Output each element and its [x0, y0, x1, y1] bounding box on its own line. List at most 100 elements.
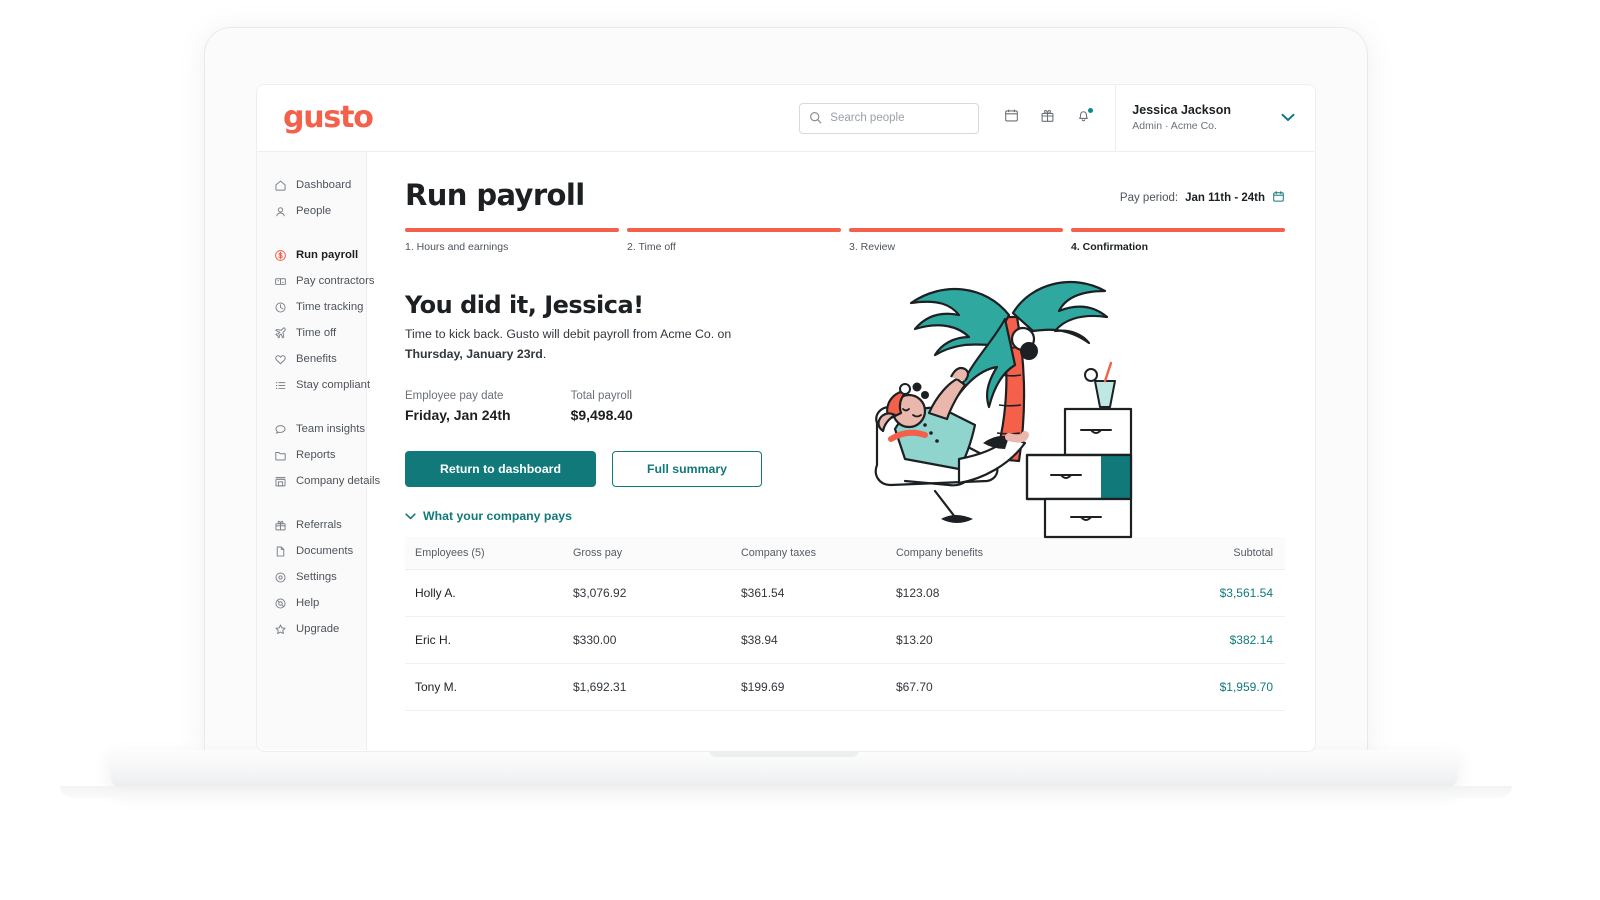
sidebar-item-settings[interactable]: Settings	[257, 564, 366, 590]
user-name: Jessica Jackson	[1132, 103, 1231, 118]
search-input[interactable]	[830, 112, 971, 124]
sidebar-item-company-details[interactable]: Company details	[257, 468, 380, 494]
sidebar-group-insights: Team insights Reports Company details	[257, 416, 380, 494]
sidebar-item-upgrade[interactable]: Upgrade	[257, 616, 366, 642]
help-icon	[273, 596, 287, 610]
progress-step[interactable]: 1. Hours and earnings	[405, 228, 619, 253]
sidebar-item-team-insights[interactable]: Team insights	[257, 416, 366, 442]
sidebar-item-documents[interactable]: Documents	[257, 538, 366, 564]
fact-value: $9,498.40	[570, 407, 633, 424]
page-title: Run payroll	[405, 178, 585, 212]
sidebar-item-help[interactable]: Help	[257, 590, 366, 616]
disclosure-label: What your company pays	[423, 509, 572, 524]
sidebar-item-time-tracking[interactable]: Time tracking	[257, 294, 366, 320]
app-body: Dashboard People Run payroll Pay contrac…	[257, 152, 1315, 750]
gear-icon	[273, 570, 287, 584]
calendar-icon	[1004, 108, 1019, 128]
home-icon	[273, 178, 287, 192]
sidebar-item-referrals[interactable]: Referrals	[257, 512, 366, 538]
notification-badge	[1088, 108, 1094, 113]
sidebar-item-benefits[interactable]: Benefits	[257, 346, 366, 372]
heart-icon	[273, 352, 287, 366]
cell-subtotal: $382.14	[1091, 616, 1285, 665]
company-pays-table: Employees (5) Gross pay Company taxes Co…	[405, 537, 1285, 712]
progress-step[interactable]: 3. Review	[849, 228, 1063, 253]
chevron-down-icon[interactable]	[1281, 109, 1295, 127]
sidebar-item-run-payroll[interactable]: Run payroll	[257, 242, 366, 268]
search-box[interactable]	[799, 102, 980, 134]
table-body: Holly A. $3,076.92 $361.54 $123.08 $3,56…	[405, 569, 1285, 712]
sidebar-item-people[interactable]: People	[257, 198, 366, 224]
sidebar-item-time-off[interactable]: Time off	[257, 320, 366, 346]
cell-company-benefits: $13.20	[896, 616, 1091, 665]
hero-title: You did it, Jessica!	[405, 291, 644, 319]
payroll-facts: Employee pay date Friday, Jan 24th Total…	[405, 390, 815, 423]
hero-text-column: You did it, Jessica! Time to kick back. …	[405, 291, 815, 488]
dollar-coin-icon	[273, 248, 287, 262]
fact-total-payroll: Total payroll $9,498.40	[571, 390, 633, 423]
table-row[interactable]: Eric H. $330.00 $38.94 $13.20 $382.14	[405, 616, 1285, 665]
pay-period-value: Jan 11th - 24th	[1185, 192, 1265, 204]
building-icon	[273, 474, 287, 488]
header-divider	[1115, 85, 1117, 152]
chevron-down-icon	[405, 509, 416, 523]
sidebar-item-label: Upgrade	[296, 623, 340, 635]
sidebar-item-label: Team insights	[296, 423, 366, 435]
main-content: Run payroll Pay period: Jan 11th - 24th	[367, 152, 1315, 750]
progress-bar	[405, 228, 619, 232]
cell-company-taxes: $38.94	[741, 616, 896, 665]
table-row[interactable]: Tony M. $1,692.31 $199.69 $67.70 $1,959.…	[405, 663, 1285, 712]
progress-step-label: 3. Review	[849, 241, 896, 253]
sidebar-item-label: Documents	[296, 545, 354, 557]
topbar-right-cluster: Jessica Jackson Admin · Acme Co.	[799, 85, 1315, 152]
full-summary-button[interactable]: Full summary	[612, 451, 762, 488]
gift-icon-button[interactable]	[1033, 104, 1061, 132]
laptop-mockup-stage: gusto Search people Jessica Jackson Admi…	[0, 0, 1600, 900]
sidebar-item-label: Referrals	[296, 519, 342, 531]
return-to-dashboard-button[interactable]: Return to dashboard	[405, 451, 596, 488]
cell-gross-pay: $3,076.92	[573, 569, 741, 618]
calendar-icon-button[interactable]	[997, 104, 1025, 132]
user-menu[interactable]: Jessica Jackson Admin · Acme Co.	[1132, 102, 1315, 133]
sidebar-item-label: Dashboard	[296, 179, 352, 191]
cell-company-benefits: $67.70	[896, 663, 1091, 712]
calendar-icon[interactable]	[1272, 190, 1285, 206]
sidebar-item-dashboard[interactable]: Dashboard	[257, 172, 366, 198]
hero-subtitle: Time to kick back. Gusto will debit payr…	[405, 325, 735, 364]
pay-period[interactable]: Pay period: Jan 11th - 24th	[1120, 190, 1285, 212]
sidebar-item-label: Stay compliant	[296, 379, 371, 391]
sidebar-item-label: Time off	[296, 327, 337, 339]
cell-subtotal: $1,959.70	[1091, 663, 1285, 712]
progress-step[interactable]: 2. Time off	[627, 228, 841, 253]
app-screen: gusto Search people Jessica Jackson Admi…	[257, 85, 1315, 751]
progress-bar	[849, 228, 1063, 232]
sidebar-item-pay-contractors[interactable]: Pay contractors	[257, 268, 374, 294]
sidebar-item-label: Pay contractors	[296, 275, 375, 287]
people-icon	[273, 204, 287, 218]
progress-step-label: 2. Time off	[627, 241, 676, 253]
progress-step-current[interactable]: 4. Confirmation	[1071, 228, 1285, 253]
table-row[interactable]: Holly A. $3,076.92 $361.54 $123.08 $3,56…	[405, 569, 1285, 618]
hero-actions: Return to dashboard Full summary	[405, 451, 815, 488]
sidebar-item-label: Time tracking	[296, 301, 364, 313]
money-icon	[273, 274, 287, 288]
laptop-foot	[60, 786, 1512, 798]
plane-icon	[273, 326, 287, 340]
fact-label: Employee pay date	[405, 390, 504, 403]
bell-icon-button[interactable]	[1069, 104, 1097, 132]
cell-employee: Tony M.	[405, 663, 573, 712]
sidebar-group-misc: Referrals Documents Settings Help Upgrad…	[257, 512, 366, 642]
fact-value: Friday, Jan 24th	[405, 407, 511, 424]
sidebar-item-label: Settings	[296, 571, 337, 583]
sidebar-item-label: Reports	[296, 449, 336, 461]
progress-bar	[1071, 228, 1285, 232]
column-header-employees: Employees (5)	[405, 537, 573, 571]
progress-bar	[627, 228, 841, 232]
gusto-logo[interactable]: gusto	[283, 103, 374, 133]
cell-gross-pay: $1,692.31	[573, 663, 741, 712]
sidebar-item-reports[interactable]: Reports	[257, 442, 366, 468]
progress-step-label: 4. Confirmation	[1071, 241, 1149, 253]
chat-bubble-icon	[273, 422, 287, 436]
sidebar-item-stay-compliant[interactable]: Stay compliant	[257, 372, 370, 398]
sidebar-group-main: Dashboard People	[257, 172, 366, 224]
